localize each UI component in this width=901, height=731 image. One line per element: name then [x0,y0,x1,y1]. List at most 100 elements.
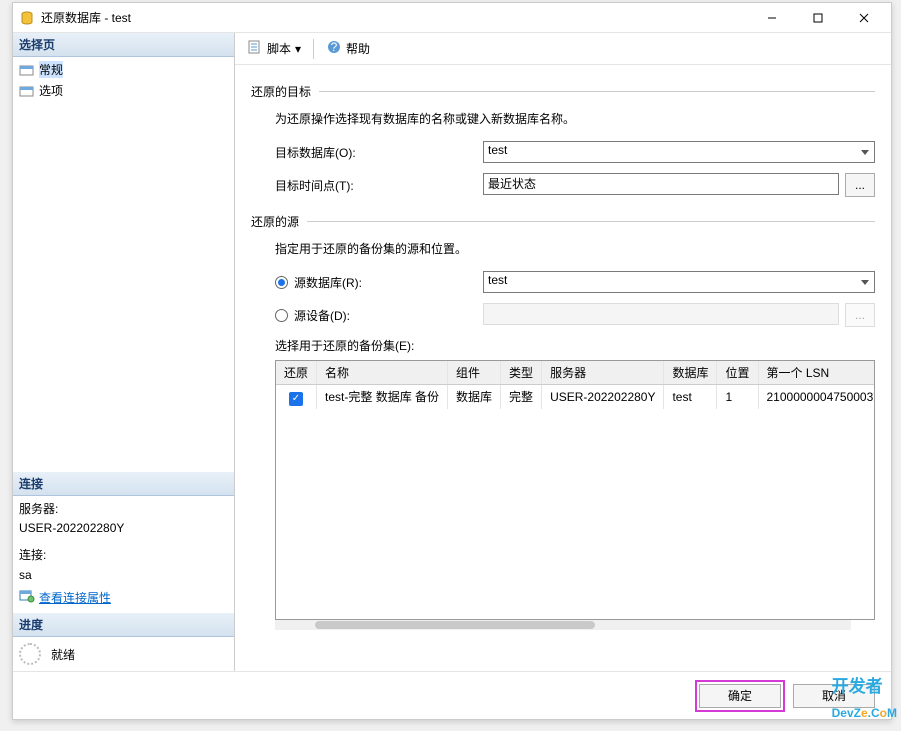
target-db-value: test [488,143,507,157]
conn-value: sa [19,566,228,585]
ok-button[interactable]: 确定 [699,684,781,708]
help-label: 帮助 [346,40,370,57]
help-icon: ? [326,39,342,58]
page-label: 选项 [39,82,63,99]
connection-block: 服务器: USER-202202280Y 连接: sa 查看连接属性 [13,496,234,613]
target-group-label: 还原的目标 [251,83,311,100]
target-time-field[interactable]: 最近状态 [483,173,839,195]
connection-props-icon [19,589,35,609]
from-db-value: test [488,273,507,287]
table-row[interactable]: test-完整 数据库 备份 数据库 完整 USER-202202280Y te… [276,385,875,409]
content-area: 还原的目标 为还原操作选择现有数据库的名称或键入新数据库名称。 目标数据库(O)… [235,65,891,671]
ellipsis-icon: ... [855,308,865,322]
script-icon [247,39,263,58]
view-connection-label: 查看连接属性 [39,589,111,608]
target-time-label: 目标时间点(T): [275,177,475,194]
minimize-button[interactable] [749,4,795,32]
cell-component: 数据库 [448,385,501,409]
backupset-label: 选择用于还原的备份集(E): [275,337,875,354]
from-db-label: 源数据库(R): [294,274,362,291]
target-time-row: 目标时间点(T): 最近状态 ... [275,173,875,197]
from-device-field [483,303,839,325]
target-db-row: 目标数据库(O): test [275,141,875,163]
backupset-grid[interactable]: 还原 名称 组件 类型 服务器 数据库 位置 第一个 LSN 最后一 [275,360,875,620]
footer: 确定 取消 [13,671,891,719]
divider [319,91,875,92]
maximize-button[interactable] [795,4,841,32]
dialog-body: 选择页 常规 选项 连接 [13,33,891,719]
progress-header: 进度 [13,613,234,637]
spinner-icon [19,643,41,665]
col-first-lsn[interactable]: 第一个 LSN [758,361,875,385]
right-panel: 脚本 ▾ ? 帮助 还原的目标 为还原操作选择现有数据库的名称或键入新数据库名称… [235,33,891,671]
target-db-label: 目标数据库(O): [275,144,475,161]
cell-database: test [664,385,717,409]
view-connection-link[interactable]: 查看连接属性 [19,589,228,609]
page-icon [19,84,35,98]
target-time-value: 最近状态 [488,177,536,191]
from-db-row: 源数据库(R): test [275,271,875,293]
cancel-label: 取消 [822,687,846,704]
source-desc: 指定用于还原的备份集的源和位置。 [275,240,875,257]
dropdown-icon: ▾ [295,42,301,56]
left-panel: 选择页 常规 选项 连接 [13,33,235,671]
divider [307,221,875,222]
titlebar: 还原数据库 - test [13,3,891,33]
from-db-radio[interactable] [275,276,288,289]
from-device-row: 源设备(D): ... [275,303,875,327]
from-db-combo[interactable]: test [483,271,875,293]
page-item-general[interactable]: 常规 [13,59,234,80]
window-buttons [749,4,887,32]
target-db-combo[interactable]: test [483,141,875,163]
server-value: USER-202202280Y [19,519,228,538]
close-button[interactable] [841,4,887,32]
toolbar-separator [313,39,314,59]
col-type[interactable]: 类型 [501,361,542,385]
target-time-browse-button[interactable]: ... [845,173,875,197]
cell-name: test-完整 数据库 备份 [317,385,448,409]
source-group-label: 还原的源 [251,213,299,230]
restore-checkbox[interactable] [289,392,303,406]
target-desc: 为还原操作选择现有数据库的名称或键入新数据库名称。 [275,110,875,127]
ok-label: 确定 [728,687,752,704]
cancel-button[interactable]: 取消 [793,684,875,708]
cell-first-lsn: 21000000047500037 [758,385,875,409]
col-database[interactable]: 数据库 [664,361,717,385]
server-label: 服务器: [19,500,228,519]
col-name[interactable]: 名称 [317,361,448,385]
cell-restore [276,385,317,409]
progress-block: 就绪 [13,637,234,671]
target-group-title: 还原的目标 [251,83,875,100]
source-group-title: 还原的源 [251,213,875,230]
svg-text:?: ? [331,40,338,54]
select-page-header: 选择页 [13,33,234,57]
scrollbar-thumb[interactable] [315,621,595,629]
toolbar: 脚本 ▾ ? 帮助 [235,33,891,65]
horizontal-scrollbar[interactable] [275,620,851,630]
help-button[interactable]: ? 帮助 [322,37,374,60]
cell-type: 完整 [501,385,542,409]
from-device-label: 源设备(D): [294,307,350,324]
col-position[interactable]: 位置 [717,361,758,385]
cell-position: 1 [717,385,758,409]
from-device-browse-button: ... [845,303,875,327]
col-restore[interactable]: 还原 [276,361,317,385]
conn-label: 连接: [19,546,228,565]
connection-header: 连接 [13,472,234,496]
col-component[interactable]: 组件 [448,361,501,385]
main-area: 选择页 常规 选项 连接 [13,33,891,671]
grid-header: 还原 名称 组件 类型 服务器 数据库 位置 第一个 LSN 最后一 [276,361,875,385]
dialog-window: 还原数据库 - test 选择页 常规 [12,2,892,720]
page-item-options[interactable]: 选项 [13,80,234,101]
progress-status: 就绪 [51,646,75,663]
ellipsis-icon: ... [855,178,865,192]
page-list: 常规 选项 [13,57,234,472]
page-icon [19,63,35,77]
from-device-radio[interactable] [275,309,288,322]
cell-server: USER-202202280Y [542,385,664,409]
page-label: 常规 [39,61,63,78]
col-server[interactable]: 服务器 [542,361,664,385]
script-button[interactable]: 脚本 ▾ [243,37,305,60]
database-icon [19,10,35,26]
script-label: 脚本 [267,40,291,57]
